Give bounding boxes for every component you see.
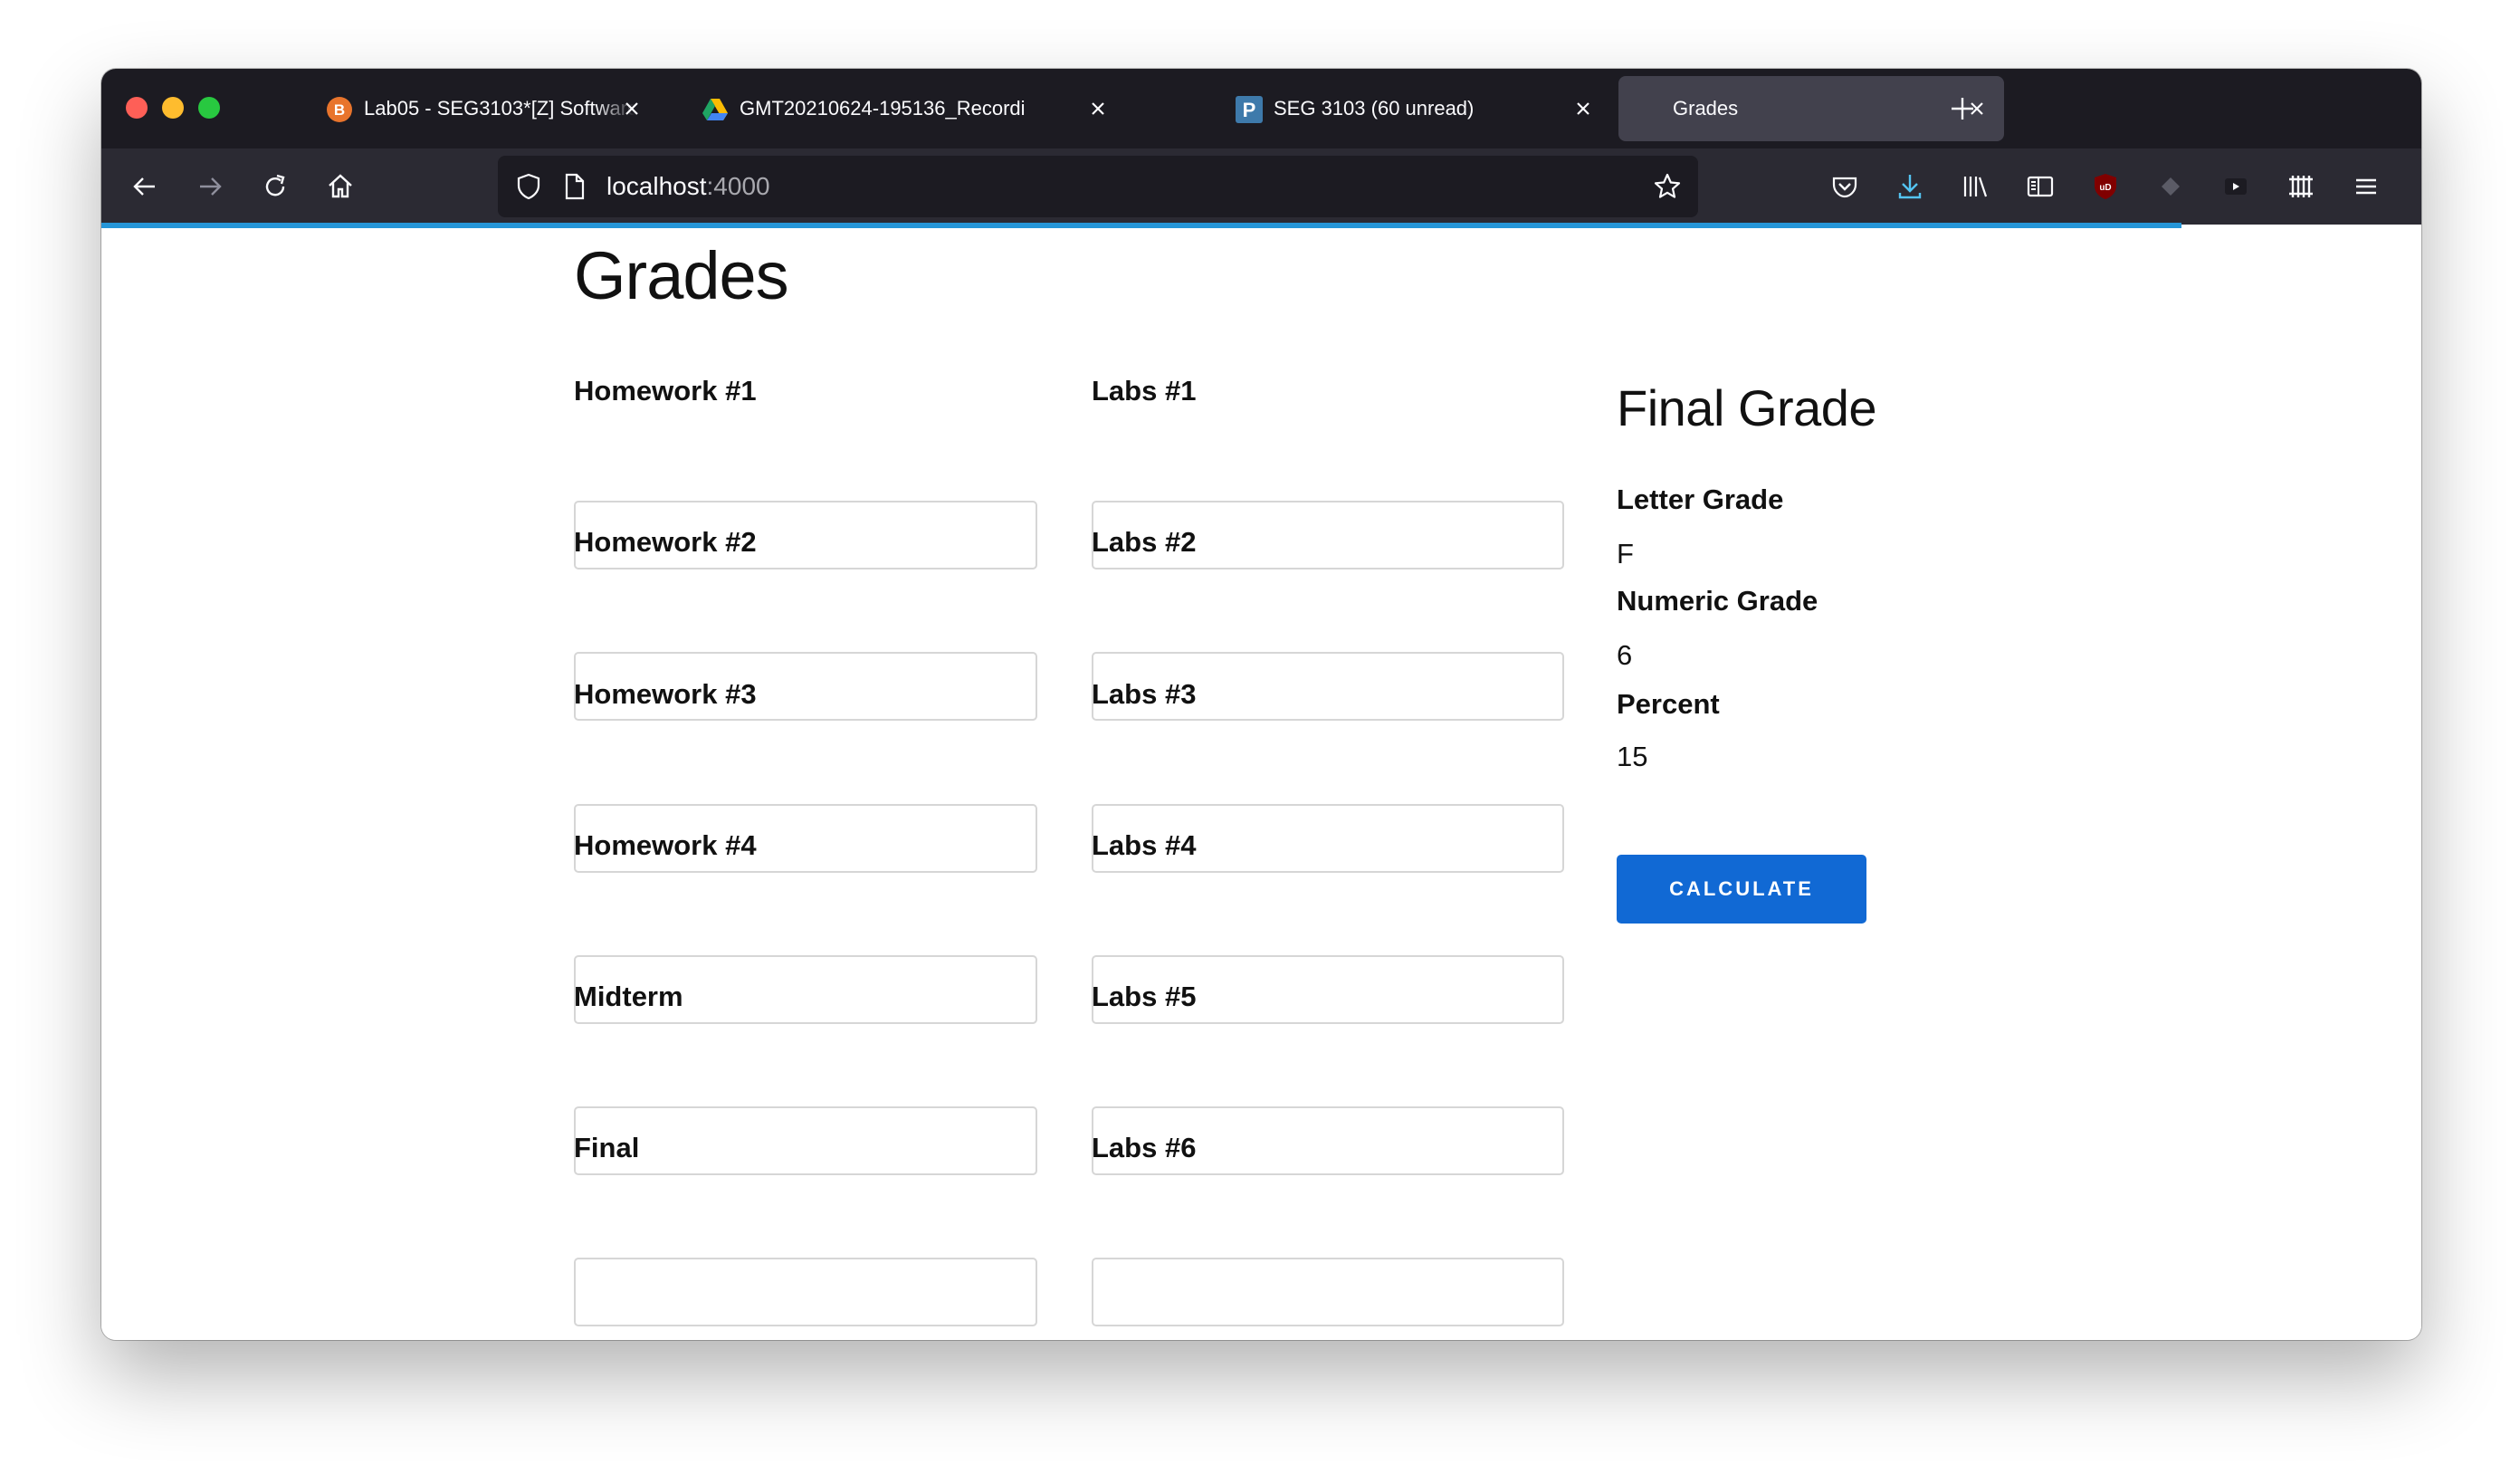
- grid-extension-button[interactable]: [2281, 167, 2321, 206]
- pocket-button[interactable]: [1825, 167, 1865, 206]
- labs-3-label: Labs #3: [1092, 678, 1197, 710]
- hamburger-menu-icon: [2356, 178, 2376, 195]
- midterm-label: Midterm: [574, 981, 683, 1012]
- numeric-grade-label: Numeric Grade: [1617, 585, 1818, 617]
- homework-2-label: Homework #2: [574, 526, 757, 558]
- forward-button[interactable]: [190, 167, 230, 206]
- library-button[interactable]: [1955, 167, 1995, 206]
- tab-grades[interactable]: Grades: [1618, 76, 2004, 141]
- google-drive-icon: [702, 99, 728, 120]
- labs-5-label: Labs #5: [1092, 981, 1197, 1012]
- shield-icon[interactable]: [514, 172, 543, 201]
- final-grade-heading: Final Grade: [1617, 379, 1877, 436]
- tab-recording[interactable]: GMT20210624-195136_Recordi: [676, 76, 1201, 141]
- labs-4-label: Labs #4: [1092, 829, 1197, 861]
- percent-label: Percent: [1617, 688, 1720, 720]
- home-icon: [329, 174, 352, 198]
- arrow-left-icon: [133, 177, 155, 196]
- calculate-button[interactable]: CALCULATE: [1617, 855, 1866, 924]
- zoom-window-button[interactable]: [198, 97, 220, 119]
- piazza-icon: P: [1236, 96, 1263, 123]
- url-bar[interactable]: localhost:4000: [498, 156, 1698, 217]
- navigation-toolbar: localhost:4000 uD: [101, 148, 2421, 225]
- tab-strip: B Lab05 - SEG3103*[Z] Software GMT202106…: [101, 69, 2421, 148]
- url-port: :4000: [706, 172, 770, 200]
- download-icon: [1898, 175, 1922, 199]
- extension-button[interactable]: [2151, 167, 2191, 206]
- back-button[interactable]: [125, 167, 165, 206]
- percent-value: 15: [1617, 741, 1648, 772]
- page-icon: [565, 173, 585, 200]
- menu-button[interactable]: [2346, 167, 2386, 206]
- numeric-grade-value: 6: [1617, 639, 1633, 671]
- tab-title: GMT20210624-195136_Recordi: [740, 97, 1026, 120]
- homework-3-label: Homework #3: [574, 678, 757, 710]
- library-icon: [1963, 177, 1988, 197]
- tab-title: Lab05 - SEG3103*[Z] Software: [364, 97, 635, 120]
- midterm-input[interactable]: [574, 1106, 1037, 1175]
- labs-6-input[interactable]: [1092, 1258, 1564, 1326]
- browser-window: B Lab05 - SEG3103*[Z] Software GMT202106…: [101, 69, 2421, 1340]
- ublock-button[interactable]: uD: [2086, 167, 2125, 206]
- close-icon[interactable]: [1085, 96, 1111, 121]
- ublock-origin-icon: uD: [2095, 174, 2116, 199]
- close-icon[interactable]: [1570, 96, 1596, 121]
- homework-4-label: Homework #4: [574, 829, 757, 861]
- play-icon: [2225, 178, 2247, 195]
- sidebar-button[interactable]: [2020, 167, 2060, 206]
- labs-6-label: Labs #6: [1092, 1132, 1197, 1163]
- tab-piazza[interactable]: P SEG 3103 (60 unread): [1210, 76, 1608, 141]
- svg-text:P: P: [1243, 99, 1256, 121]
- page-content: Grades Homework #1 Homework #2 Homework …: [101, 228, 2421, 1340]
- letter-grade-label: Letter Grade: [1617, 483, 1784, 515]
- new-tab-icon[interactable]: [1948, 94, 1977, 123]
- page-title: Grades: [574, 238, 789, 313]
- url-host: localhost: [606, 172, 707, 200]
- final-label: Final: [574, 1132, 640, 1163]
- url-text: localhost:4000: [606, 156, 770, 217]
- pocket-icon: [1832, 177, 1857, 198]
- puzzle-extension-icon: [2162, 177, 2180, 196]
- reload-button[interactable]: [255, 167, 295, 206]
- minimize-window-button[interactable]: [162, 97, 184, 119]
- final-input[interactable]: [574, 1258, 1037, 1326]
- arrow-right-icon: [200, 177, 222, 196]
- close-window-button[interactable]: [126, 97, 148, 119]
- labs-1-label: Labs #1: [1092, 375, 1197, 407]
- svg-text:uD: uD: [2099, 183, 2111, 193]
- reload-icon: [265, 174, 285, 196]
- star-icon[interactable]: [1653, 172, 1682, 201]
- grid-icon: [2289, 176, 2313, 197]
- sidebar-icon: [2027, 176, 2054, 197]
- homework-1-label: Homework #1: [574, 375, 757, 407]
- close-icon[interactable]: [619, 96, 644, 121]
- tab-title: Grades: [1673, 97, 1739, 120]
- brightspace-icon: B: [327, 97, 352, 122]
- home-button[interactable]: [320, 167, 360, 206]
- tab-lab05[interactable]: B Lab05 - SEG3103*[Z] Software: [301, 76, 667, 141]
- media-button[interactable]: [2216, 167, 2256, 206]
- tab-title: SEG 3103 (60 unread): [1274, 97, 1475, 120]
- letter-grade-value: F: [1617, 538, 1634, 570]
- svg-text:B: B: [334, 101, 345, 119]
- labs-2-label: Labs #2: [1092, 526, 1197, 558]
- downloads-button[interactable]: [1890, 167, 1930, 206]
